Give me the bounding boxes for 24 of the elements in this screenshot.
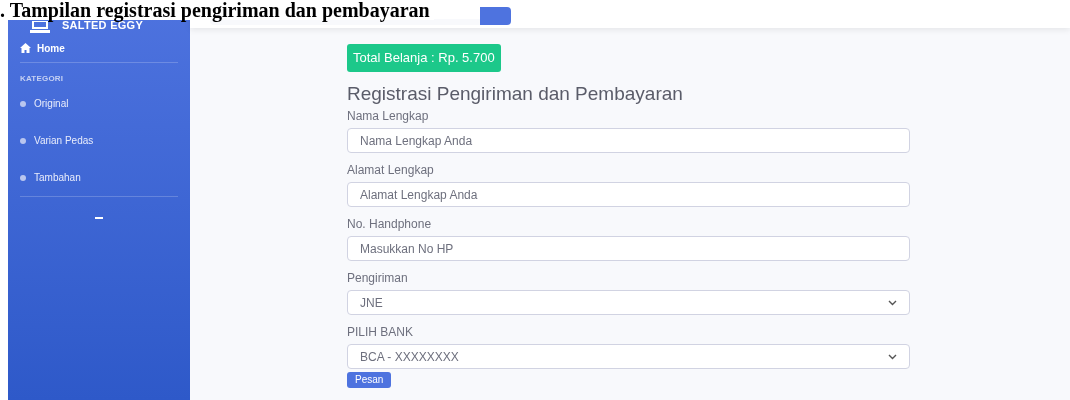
sidebar-link[interactable]: Original	[20, 85, 178, 122]
search-button[interactable]	[480, 7, 511, 25]
document-caption: . Tampilan registrasi pengiriman dan pembayaran	[0, 0, 434, 20]
home-icon	[20, 43, 31, 53]
sidebar-link[interactable]: Varian Pedas	[20, 122, 178, 159]
section-heading: KATEGORI	[20, 73, 65, 85]
text-input-field[interactable]: Alamat Lengkap Anda	[347, 182, 910, 207]
computer-icon	[30, 21, 50, 33]
sidebar-link[interactable]: Tambahan	[20, 159, 178, 196]
order-button[interactable]: Pesan	[347, 372, 392, 388]
field-label: No. Handphone	[347, 216, 433, 232]
field-label: Pengiriman	[347, 270, 409, 286]
select-dropdown[interactable]: BCA - XXXXXXXX	[347, 344, 910, 369]
sidebar-home-link[interactable]: Home	[20, 34, 178, 62]
field-label: PILIH BANK	[347, 324, 415, 340]
chevron-down-icon	[888, 353, 897, 360]
chevron-down-icon	[888, 299, 897, 306]
form-title: Registrasi Pengiriman dan Pembayaran	[347, 82, 684, 106]
field-label: Alamat Lengkap	[347, 162, 435, 178]
field-label: Nama Lengkap	[347, 108, 430, 124]
select-dropdown[interactable]: JNE	[347, 290, 910, 315]
total-badge: Total Belanja : Rp. 5.700	[347, 44, 501, 72]
text-input-field[interactable]: Nama Lengkap Anda	[347, 128, 910, 153]
text-input-field[interactable]: Masukkan No HP	[347, 236, 910, 261]
